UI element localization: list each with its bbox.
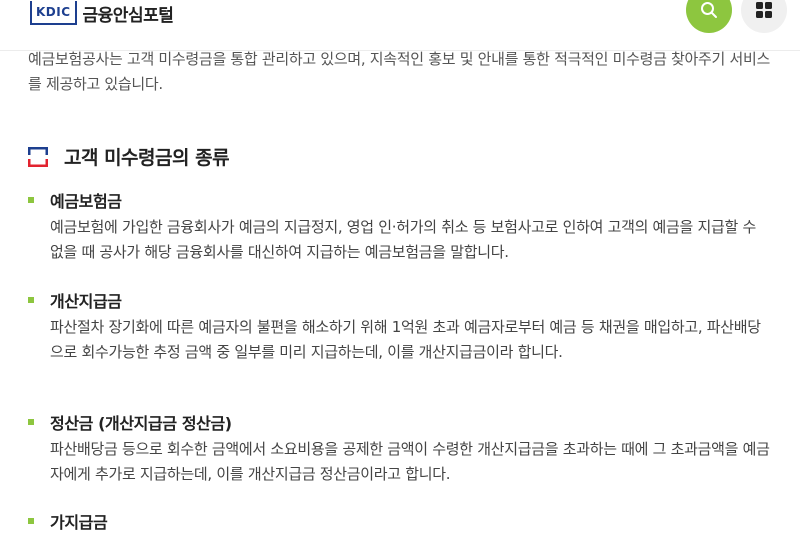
intro-text: 예금보험공사는 고객 미수령금을 통합 관리하고 있으며, 지속적인 홍보 및 … [28, 50, 771, 93]
logo-text: 금융안심포털 [82, 5, 174, 26]
section-heading: 고객 미수령금의 종류 [28, 143, 230, 170]
list-item: 개산지급금 파산절차 장기화에 따른 예금자의 불편을 해소하기 위해 1억원 … [28, 288, 768, 365]
item-title: 개산지급금 [50, 292, 122, 311]
section-mark-icon [28, 146, 48, 167]
item-title: 정산금 (개산지급금 정산금) [50, 414, 232, 433]
bullet-icon [28, 419, 34, 425]
search-icon [701, 2, 717, 18]
site-logo[interactable]: KDIC 금융안심포털 [30, 0, 174, 26]
site-header: KDIC 금융안심포털 [0, 0, 800, 51]
bullet-icon [28, 197, 34, 203]
item-desc: 파산절차 장기화에 따른 예금자의 불편을 해소하기 위해 1억원 초과 예금자… [50, 318, 761, 361]
section-title: 고객 미수령금의 종류 [64, 147, 230, 169]
list-item: 예금보험금 예금보험에 가입한 금융회사가 예금의 지급정지, 영업 인·허가의… [28, 188, 768, 265]
bullet-icon [28, 518, 34, 524]
bullet-icon [28, 297, 34, 303]
item-desc: 파산배당금 등으로 회수한 금액에서 소요비용을 공제한 금액이 수령한 개산지… [50, 440, 770, 483]
list-item: 가지급금 [28, 509, 768, 536]
search-button[interactable] [686, 0, 732, 33]
kdic-logo-mark: KDIC [30, 1, 77, 25]
grid-menu-icon [756, 2, 772, 18]
item-desc: 예금보험에 가입한 금융회사가 예금의 지급정지, 영업 인·허가의 취소 등 … [50, 218, 756, 261]
list-item: 정산금 (개산지급금 정산금) 파산배당금 등으로 회수한 금액에서 소요비용을… [28, 410, 770, 487]
menu-button[interactable] [741, 0, 787, 33]
item-title: 예금보험금 [50, 192, 122, 211]
item-title: 가지급금 [50, 513, 108, 532]
